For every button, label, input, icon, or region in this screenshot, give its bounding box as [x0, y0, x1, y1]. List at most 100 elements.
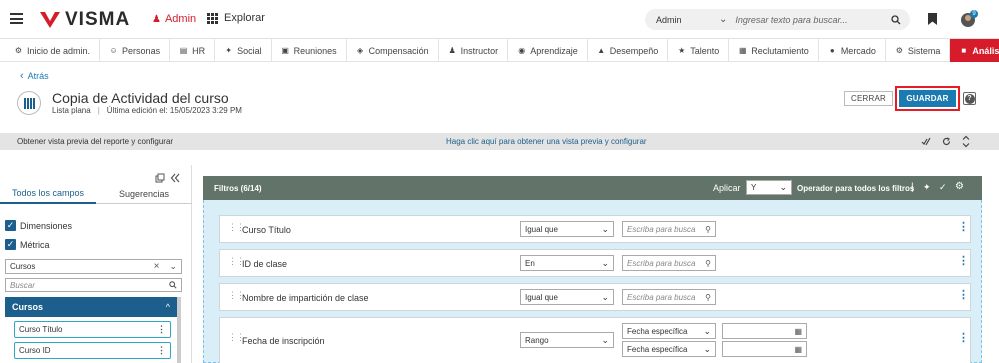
admin-home-icon: ⚙: [14, 46, 23, 55]
nav-item[interactable]: ⚙ Inicio de admin.: [0, 39, 99, 62]
help-button[interactable]: ?: [963, 92, 976, 105]
nav-item[interactable]: ■ Análisis: [949, 39, 999, 62]
filter-value-input[interactable]: Escriba para busca ⚲: [622, 221, 716, 237]
chevron-down-icon[interactable]: ⌄: [169, 261, 177, 272]
nav-item[interactable]: ▤ HR: [169, 39, 214, 62]
field-panel: Todos los campos Sugerencias ✓ Dimension…: [0, 165, 192, 363]
nav-item-label: Reuniones: [293, 45, 337, 56]
date-input[interactable]: ▦: [722, 323, 807, 339]
hamburger-menu-icon[interactable]: [10, 13, 23, 24]
operator-select[interactable]: Igual que ⌄: [520, 221, 614, 237]
apply-select[interactable]: Y ⌄: [746, 180, 792, 195]
nav-item[interactable]: ● Mercado: [817, 39, 885, 62]
field-search-input[interactable]: Buscar: [5, 278, 182, 292]
field-group-header[interactable]: Cursos ^: [5, 297, 177, 317]
admin-label: Admin: [164, 13, 197, 25]
drag-handle-icon[interactable]: ⋮⋮: [228, 223, 245, 232]
tab-suggestions[interactable]: Sugerencias: [96, 184, 192, 204]
drag-handle-icon[interactable]: ⋮⋮: [228, 257, 245, 266]
filter-name: ID de clase: [242, 259, 288, 269]
kebab-menu-icon[interactable]: ⋮: [958, 333, 969, 344]
nav-item[interactable]: ▲ Desempeño: [586, 39, 668, 62]
filter-value-input[interactable]: Escriba para busca ⚲: [622, 255, 716, 271]
visma-logo[interactable]: VISMA: [38, 9, 130, 31]
chevron-left-icon: ‹: [20, 70, 24, 82]
nav-item[interactable]: ☺ Personas: [99, 39, 169, 62]
search-input[interactable]: Ingresar texto para buscar...: [735, 15, 880, 25]
report-type-label: Lista plana: [52, 106, 91, 115]
drag-handle-icon[interactable]: ⋮⋮: [228, 291, 245, 300]
category-select[interactable]: Cursos × ⌄: [5, 259, 182, 274]
kebab-menu-icon[interactable]: ⋮: [157, 324, 166, 335]
chevron-down-icon: ⌄: [703, 343, 711, 354]
date-option-select[interactable]: Fecha específica ⌄: [622, 341, 716, 357]
preview-link[interactable]: Haga clic aquí para obtener una vista pr…: [446, 137, 647, 146]
field-item[interactable]: Curso ID ⋮: [14, 342, 171, 359]
search-icon[interactable]: [891, 14, 901, 25]
kebab-menu-icon[interactable]: ⋮: [958, 256, 969, 267]
report-type-icon: [17, 91, 41, 115]
dimensions-checkbox[interactable]: ✓ Dimensiones: [5, 220, 72, 231]
nav-item[interactable]: ★ Talento: [667, 39, 728, 62]
settings-gear-icon[interactable]: ⚙: [955, 181, 964, 192]
operator-select[interactable]: En ⌄: [520, 255, 614, 271]
nav-item[interactable]: ◉ Aprendizaje: [507, 39, 587, 62]
drag-handle-icon[interactable]: ⋮⋮: [228, 333, 245, 342]
meta-divider: |: [97, 106, 100, 115]
calendar-icon[interactable]: ▦: [794, 345, 802, 354]
field-group-label: Cursos: [12, 302, 44, 312]
nav-item[interactable]: ✦ Social: [214, 39, 271, 62]
kebab-menu-icon[interactable]: ⋮: [958, 222, 969, 233]
filter-row: ⋮⋮ Fecha de inscripción Rango ⌄ Fecha es…: [219, 317, 971, 363]
date-input[interactable]: ▦: [722, 341, 807, 357]
social-icon: ✦: [225, 46, 232, 55]
tab-suggestions-label: Sugerencias: [118, 188, 170, 199]
apply-select-value: Y: [751, 183, 757, 192]
chevron-down-icon: ⌄: [601, 223, 609, 234]
kebab-menu-icon[interactable]: ⋮: [157, 345, 166, 356]
nav-item[interactable]: ⚙ Sistema: [884, 39, 950, 62]
explore-link[interactable]: Explorar: [207, 12, 265, 24]
nav-item[interactable]: ♟ Instructor: [437, 39, 508, 62]
chevron-down-icon[interactable]: ⌄: [719, 14, 727, 25]
filter-value-input[interactable]: Escriba para busca ⚲: [622, 289, 716, 305]
metrics-checkbox[interactable]: ✓ Métrica: [5, 239, 50, 250]
apply-label: Aplicar: [713, 183, 741, 193]
bookmark-icon[interactable]: [928, 13, 937, 25]
tab-all-fields[interactable]: Todos los campos: [0, 184, 96, 204]
search-scope-select[interactable]: Admin: [656, 15, 716, 25]
filter-name: Fecha de inscripción: [242, 336, 325, 346]
operator-select[interactable]: Rango ⌄: [520, 332, 614, 348]
top-bar: VISMA ♟ Admin Explorar Admin ⌄ Ingresar …: [0, 0, 999, 38]
nav-item[interactable]: ◈ Compensación: [345, 39, 438, 62]
nav-item-label: Reclutamiento: [751, 45, 809, 56]
filter-value-placeholder: Escriba para busca: [627, 292, 696, 302]
save-button[interactable]: GUARDAR: [899, 90, 956, 107]
back-link[interactable]: ‹ Atrás: [20, 70, 49, 82]
kebab-menu-icon[interactable]: ⋮: [958, 290, 969, 301]
popout-icon[interactable]: [155, 173, 165, 183]
collapse-panel-icon[interactable]: [170, 173, 180, 183]
avatar[interactable]: 9: [961, 10, 978, 27]
nav-item-label: HR: [192, 45, 206, 56]
nav-item[interactable]: ▣ Reuniones: [270, 39, 346, 62]
admin-link[interactable]: ♟ Admin: [152, 13, 196, 25]
field-item[interactable]: Curso Título ⋮: [14, 321, 171, 338]
hr-icon: ▤: [179, 46, 188, 55]
refresh-icon[interactable]: [942, 137, 951, 146]
operator-value: En: [525, 258, 535, 268]
scrollbar[interactable]: [177, 297, 181, 363]
filter-row: ⋮⋮ Nombre de impartición de clase Igual …: [219, 283, 971, 311]
edit-check-icon[interactable]: [921, 137, 931, 146]
filter-name: Curso Título: [242, 225, 291, 235]
operator-select[interactable]: Igual que ⌄: [520, 289, 614, 305]
close-button[interactable]: CERRAR: [844, 91, 893, 106]
expand-collapse-icon[interactable]: [962, 135, 970, 148]
preview-bar-label: Obtener vista previa del reporte y confi…: [17, 137, 174, 146]
date-option-select[interactable]: Fecha específica ⌄: [622, 323, 716, 339]
clear-icon[interactable]: ×: [154, 261, 160, 272]
flash-icon[interactable]: ✦: [923, 182, 931, 193]
edit-check-icon[interactable]: ✓: [939, 182, 947, 193]
nav-item[interactable]: ▦ Reclutamiento: [728, 39, 818, 62]
calendar-icon[interactable]: ▦: [794, 327, 802, 336]
